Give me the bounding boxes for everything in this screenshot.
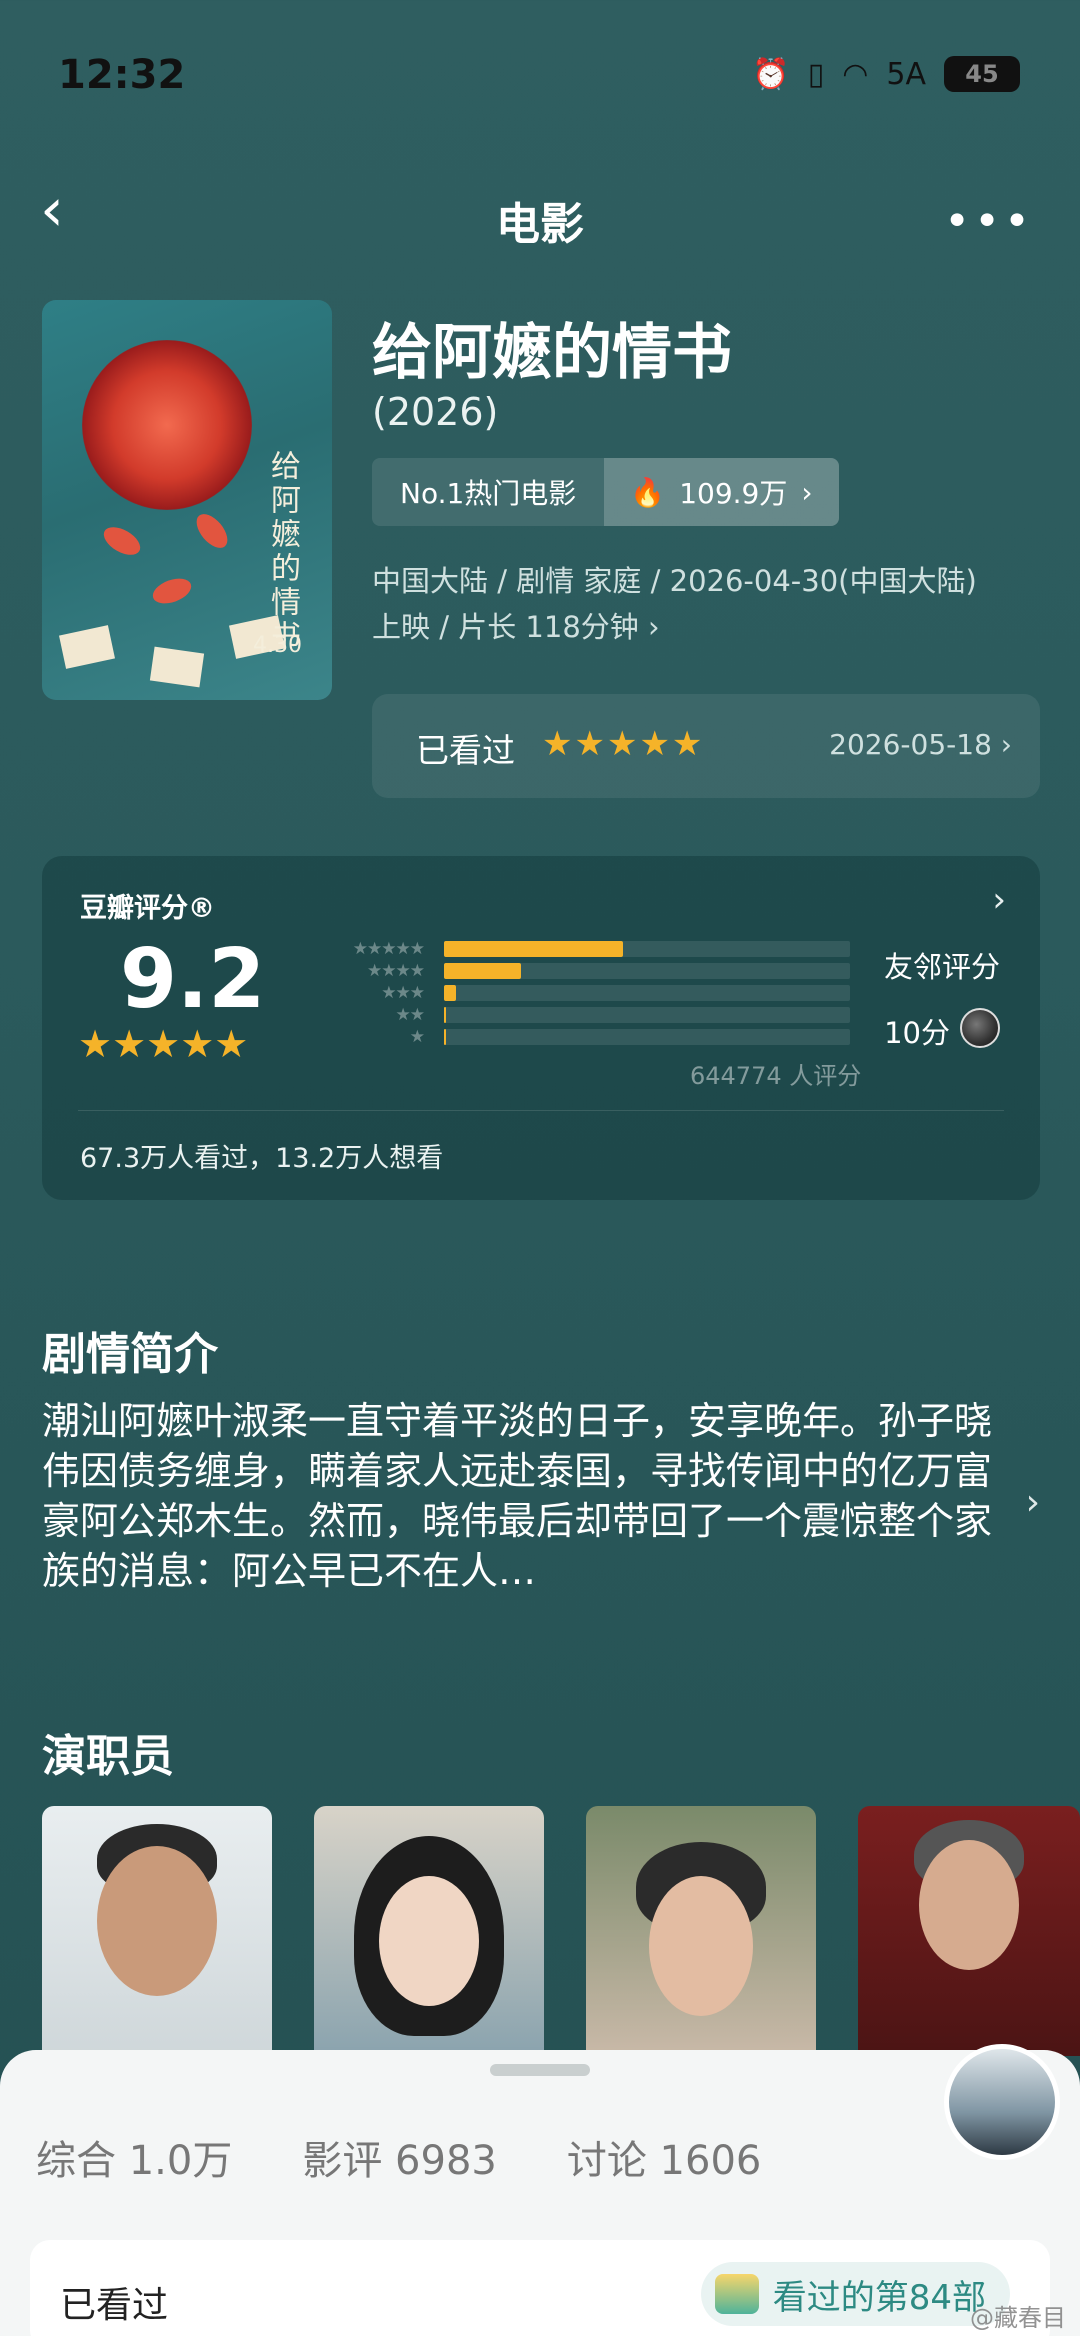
rating-bar-track [444,1007,850,1023]
poster-petal [149,573,195,609]
watched-status: 已看过 [60,2285,169,2326]
watch-stats: 67.3万人看过，13.2万人想看 [80,1143,444,1174]
rank-label: No.1热门电影 [372,458,605,526]
rating-bar-track [444,941,850,957]
watched-label: 已看过 [416,731,515,770]
fire-icon: 🔥 [630,475,666,509]
badge-label: 看过的第84部 [772,2277,986,2318]
rating-card[interactable]: 豆瓣评分® › 9.2 ★★★★★ ★★★★★ ★★★★ ★★★ ★★ ★ 友邻评分 1… [42,856,1040,1200]
tab-overall[interactable]: 综合 1.0万 [36,2128,232,2186]
rating-bar-row: ★★★★★ [318,939,850,959]
movie-meta-line2[interactable]: 上映 / 片长 118分钟 › [372,604,660,646]
watched-date: 2026-05-18 › [829,728,1012,761]
rating-bar-track [444,985,850,1001]
badge-icon [714,2274,759,2314]
rating-bar-row: ★★ [318,1005,850,1025]
page-title: 电影 [496,199,584,250]
movie-meta-line1: 中国大陆 / 剧情 家庭 / 2026-04-30(中国大陆) [372,564,977,598]
tab-reviews[interactable]: 影评 6983 [302,2128,497,2186]
rating-bar-track [444,963,850,979]
synopsis-title: 剧情简介 [42,1329,218,1380]
rating-bar-fill [444,963,521,979]
chevron-right-icon: › [648,610,660,644]
watched-date-text: 2026-05-18 [829,728,992,761]
rating-bar-fill [444,985,456,1001]
poster-letter [59,625,115,669]
bottom-sheet[interactable]: 综合 1.0万 影评 6983 讨论 1606 已看过 看过的第84部 [0,2044,1080,2336]
friends-rating-label[interactable]: 友邻评分 [884,944,1000,986]
chevron-right-icon[interactable]: › [1026,1482,1040,1523]
rating-bar-stars: ★ [409,1027,425,1047]
rating-bar-fill [444,941,623,957]
battery-icon: 45 [944,56,1020,92]
poster-petal [190,508,234,554]
wifi-icon: ◠ [842,56,869,92]
more-icon[interactable]: ••• [944,196,1034,247]
chevron-right-icon: › [801,475,813,509]
rating-bar-stars: ★★★ [381,983,425,1003]
user-avatar[interactable] [944,2044,1060,2160]
cast-card[interactable] [42,1806,272,2056]
cast-face [379,1876,479,2006]
friend-avatar[interactable] [960,1008,1000,1048]
cast-face [649,1876,753,2016]
status-icons: ⏰ ▯ ◠ 5A 45 [752,56,1020,92]
chevron-right-icon[interactable]: › [992,880,1006,920]
signal-label: 5A [886,56,926,92]
poster-flower [82,340,252,510]
alarm-icon: ⏰ [752,56,790,92]
rating-bar-row: ★ [318,1027,850,1047]
poster-date: 4.30 [253,633,302,658]
poster-letter [149,646,205,688]
movie-poster[interactable]: 给阿嬷的情书 4.30 [42,300,332,700]
rating-bar-stars: ★★★★ [367,961,425,981]
cast-card[interactable] [314,1806,544,2056]
sheet-tabs: 综合 1.0万 影评 6983 讨论 1606 [36,2128,761,2186]
heat-value: 109.9万 [679,477,788,510]
vibrate-icon: ▯ [807,56,825,92]
heat-button[interactable]: 🔥 109.9万 › [604,458,839,526]
rating-bar-fill [444,1007,446,1023]
synopsis-body[interactable]: 潮汕阿嬷叶淑柔一直守着平淡的日子，安享晚年。孙子晓伟因债务缠身，瞒着家人远赴泰国… [42,1396,1002,1596]
cast-face [919,1840,1019,1970]
rating-bar-stars: ★★★★★ [352,939,425,959]
cast-card[interactable] [858,1806,1080,2056]
watermark: @藏春目 [970,2304,1066,2332]
rating-title: 豆瓣评分® [80,893,215,924]
rating-bar-stars: ★★ [395,1005,425,1025]
poster-petal [99,521,145,561]
chevron-right-icon: › [1000,728,1012,761]
watched-bar[interactable]: 已看过 看过的第84部 [30,2240,1050,2336]
rating-stars: ★★★★★ [78,1022,249,1066]
movie-year: (2026) [372,390,499,434]
cast-face [97,1846,217,1996]
poster-title: 给阿嬷的情书 [265,450,300,654]
rating-bar-fill [444,1029,446,1045]
rating-bar-row: ★★★★ [318,961,850,981]
rating-score: 9.2 [120,932,266,1027]
friends-score: 10分 [884,1016,950,1050]
movie-title: 给阿嬷的情书 [372,318,732,388]
rating-bar-row: ★★★ [318,983,850,1003]
rating-bar-track [444,1029,850,1045]
movie-meta-line2-text: 上映 / 片长 118分钟 [372,610,639,644]
sheet-handle[interactable] [490,2064,590,2076]
rank-pill[interactable]: No.1热门电影 🔥 109.9万 › [372,458,839,526]
watched-stars: ★★★★★ [542,724,705,764]
cast-title: 演职员 [42,1731,174,1782]
status-time: 12:32 [58,52,186,98]
divider [78,1110,1004,1111]
watched-card[interactable]: 已看过 ★★★★★ 2026-05-18 › [372,694,1040,798]
watched-count-badge[interactable]: 看过的第84部 [700,2262,1010,2326]
tab-discussion[interactable]: 讨论 1606 [567,2128,762,2186]
cast-card[interactable] [586,1806,816,2056]
rating-count: 644774 人评分 [690,1062,862,1090]
